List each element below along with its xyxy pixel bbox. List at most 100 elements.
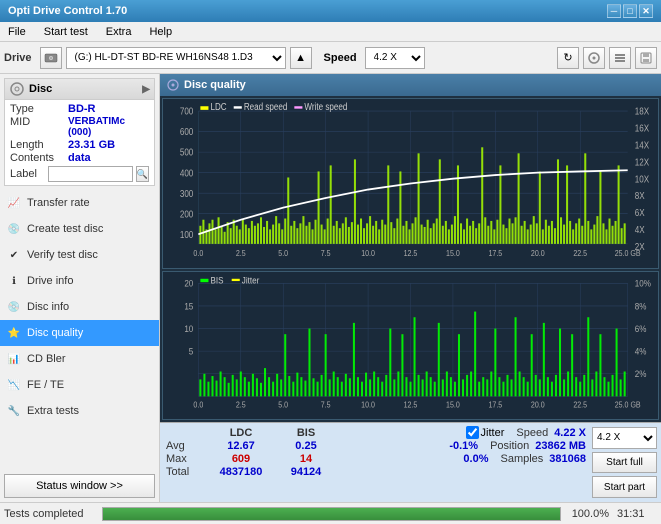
disc-length-row: Length 23.31 GB [10, 139, 149, 151]
svg-text:17.5: 17.5 [488, 248, 502, 258]
svg-text:15.0: 15.0 [446, 400, 460, 409]
svg-text:16X: 16X [635, 123, 649, 134]
total-label: Total [166, 466, 206, 478]
menu-extra[interactable]: Extra [102, 25, 136, 39]
statusbar: Tests completed 100.0% 31:31 [0, 502, 661, 524]
svg-text:6X: 6X [635, 207, 645, 218]
sidebar-item-verify-test-disc[interactable]: ✔ Verify test disc [0, 242, 159, 268]
fe-te-icon: 📉 [6, 377, 22, 393]
svg-text:12.5: 12.5 [404, 248, 418, 258]
svg-text:20.0: 20.0 [531, 248, 545, 258]
status-window-button[interactable]: Status window >> [4, 474, 155, 498]
progress-bar-fill [103, 508, 560, 520]
sidebar-item-drive-info[interactable]: ℹ Drive info [0, 268, 159, 294]
drive-icon [40, 47, 62, 69]
settings-button[interactable] [609, 47, 631, 69]
disc-contents-value: data [68, 152, 149, 164]
disc-label-label: Label [10, 168, 45, 180]
svg-text:10.0: 10.0 [361, 400, 375, 409]
svg-text:0.0: 0.0 [193, 400, 203, 409]
ldc-header: LDC [206, 427, 276, 439]
disc-info-icon: 💿 [6, 299, 22, 315]
stats-main: LDC BIS Jitter Speed 4.22 X Avg 12.67 0.… [160, 423, 592, 502]
svg-text:8%: 8% [635, 301, 647, 312]
svg-text:25.0 GB: 25.0 GB [615, 400, 641, 409]
chart-bis-svg: 20 15 10 5 10% 8% 6% 4% 2% 0.0 2.5 5.0 [163, 272, 658, 419]
close-button[interactable]: ✕ [639, 4, 653, 18]
disc-expand-icon[interactable]: ▶ [142, 84, 150, 95]
total-bis: 94124 [276, 466, 336, 478]
svg-text:4%: 4% [635, 346, 647, 357]
menu-start-test[interactable]: Start test [40, 25, 92, 39]
svg-text:500: 500 [180, 147, 194, 158]
svg-text:20: 20 [184, 278, 193, 289]
refresh-button[interactable]: ↻ [557, 47, 579, 69]
start-full-button[interactable]: Start full [592, 452, 657, 474]
svg-text:600: 600 [180, 127, 194, 138]
disc-mid-value: VERBATIMc (000) [68, 116, 149, 138]
sidebar-item-disc-quality[interactable]: ⭐ Disc quality [0, 320, 159, 346]
total-ldc: 4837180 [206, 466, 276, 478]
save-button[interactable] [635, 47, 657, 69]
disc-label-btn[interactable]: 🔍 [136, 166, 149, 182]
sidebar-item-cd-bler[interactable]: 📊 CD Bler [0, 346, 159, 372]
disc-type-row: Type BD-R [10, 103, 149, 115]
svg-text:22.5: 22.5 [573, 248, 587, 258]
svg-text:2%: 2% [635, 369, 647, 380]
verify-test-disc-icon: ✔ [6, 247, 22, 263]
stats-max-row: Max 609 14 0.0% Samples 381068 [166, 453, 586, 465]
disc-length-label: Length [10, 139, 68, 151]
drive-select[interactable]: (G:) HL-DT-ST BD-RE WH16NS48 1.D3 [66, 47, 286, 69]
svg-text:12.5: 12.5 [404, 400, 418, 409]
menu-file[interactable]: File [4, 25, 30, 39]
sidebar-item-fe-te[interactable]: 📉 FE / TE [0, 372, 159, 398]
content-area: Disc quality [160, 74, 661, 502]
svg-text:10X: 10X [635, 174, 649, 185]
stats-headers: LDC BIS Jitter Speed 4.22 X [166, 426, 586, 439]
svg-text:7.5: 7.5 [321, 400, 331, 409]
disc-mid-row: MID VERBATIMc (000) [10, 116, 149, 138]
max-bis: 14 [276, 453, 336, 465]
disc-contents-row: Contents data [10, 152, 149, 164]
svg-text:100: 100 [180, 229, 194, 240]
main-area: Disc ▶ Type BD-R MID VERBATIMc (000) Len… [0, 74, 661, 502]
max-jitter: 0.0% [463, 453, 488, 465]
minimize-button[interactable]: ─ [607, 4, 621, 18]
disc-button[interactable] [583, 47, 605, 69]
content-header: Disc quality [160, 74, 661, 96]
jitter-checkbox[interactable] [466, 426, 479, 439]
disc-label-input[interactable] [48, 166, 133, 182]
eject-button[interactable]: ▲ [290, 47, 312, 69]
drive-label: Drive [4, 52, 32, 64]
stats-total-row: Total 4837180 94124 [166, 466, 586, 478]
speed-select[interactable]: 4.2 X [365, 47, 425, 69]
sidebar-item-transfer-rate[interactable]: 📈 Transfer rate [0, 190, 159, 216]
sidebar-item-create-test-disc[interactable]: 💿 Create test disc [0, 216, 159, 242]
avg-label: Avg [166, 440, 206, 452]
max-label: Max [166, 453, 206, 465]
sidebar-item-disc-info[interactable]: 💿 Disc info [0, 294, 159, 320]
svg-text:700: 700 [180, 106, 194, 117]
svg-text:22.5: 22.5 [573, 400, 587, 409]
svg-text:2.5: 2.5 [236, 400, 246, 409]
sidebar-item-drive-info-label: Drive info [27, 275, 73, 287]
sidebar-item-extra-tests-label: Extra tests [27, 405, 79, 417]
start-part-button[interactable]: Start part [592, 476, 657, 498]
titlebar: Opti Drive Control 1.70 ─ □ ✕ [0, 0, 661, 22]
svg-text:5: 5 [189, 346, 194, 357]
stats-right: 4.2 X Start full Start part [592, 423, 661, 502]
disc-label-row: Label 🔍 [10, 166, 149, 182]
jitter-checkbox-label: Jitter [466, 426, 505, 439]
sidebar-item-fe-te-label: FE / TE [27, 379, 64, 391]
avg-jitter: -0.1% [449, 440, 478, 452]
sidebar: Disc ▶ Type BD-R MID VERBATIMc (000) Len… [0, 74, 160, 502]
menu-help[interactable]: Help [145, 25, 176, 39]
stats-bar: LDC BIS Jitter Speed 4.22 X Avg 12.67 0.… [160, 422, 661, 502]
sidebar-item-extra-tests[interactable]: 🔧 Extra tests [0, 398, 159, 424]
maximize-button[interactable]: □ [623, 4, 637, 18]
sidebar-item-create-test-disc-label: Create test disc [27, 223, 103, 235]
disc-quality-icon: ⭐ [6, 325, 22, 341]
speed-select-stats[interactable]: 4.2 X [592, 427, 657, 449]
status-text: Tests completed [4, 508, 94, 520]
svg-text:5.0: 5.0 [278, 248, 288, 258]
